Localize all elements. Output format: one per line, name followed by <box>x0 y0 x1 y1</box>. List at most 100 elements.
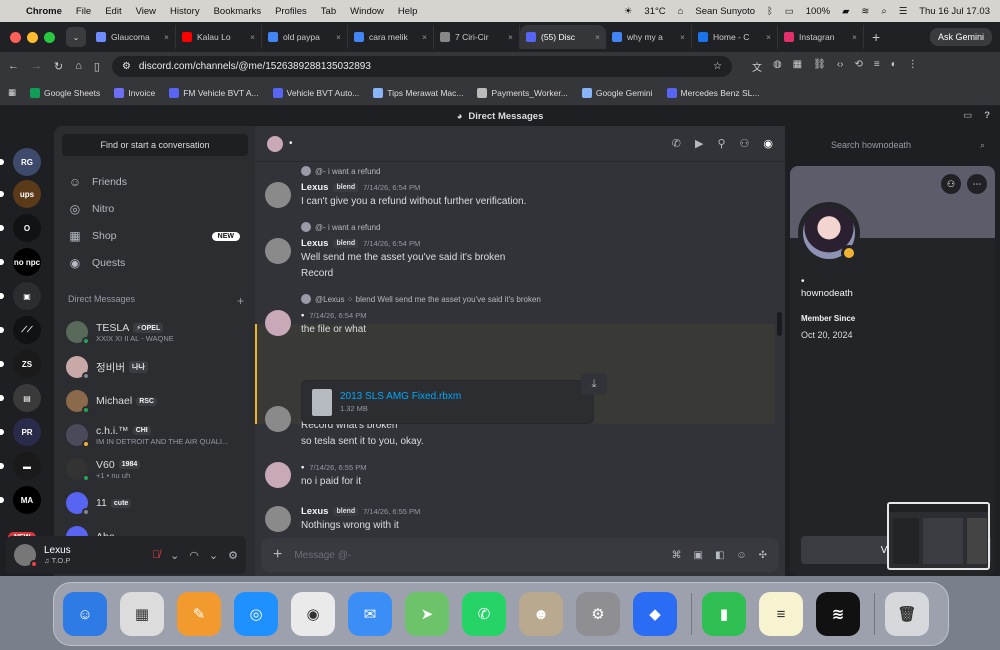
browser-tab[interactable]: Glaucoma × <box>90 25 176 49</box>
address-bar[interactable]: ⚙ discord.com/channels/@me/1526389288135… <box>111 55 732 77</box>
search-icon[interactable]: ⌕ <box>881 6 886 17</box>
server-icon[interactable]: RG <box>13 148 41 176</box>
dm-item[interactable]: V60 1984 +1 • nu uh <box>62 453 248 485</box>
browser-tab[interactable]: Home - C × <box>692 25 778 49</box>
apps-grid-icon[interactable]: ▦ <box>8 87 16 98</box>
mute-mic-icon[interactable]: 🎙̸ <box>152 549 160 562</box>
translate-icon[interactable]: 文 <box>752 59 762 74</box>
bookmark-item[interactable]: Payments_Worker... <box>477 87 568 98</box>
reload-icon[interactable]: ↻ <box>54 60 63 73</box>
browser-tab[interactable]: (55) Disc × <box>520 25 606 49</box>
browser-tab[interactable]: Instagran × <box>778 25 864 49</box>
server-icon[interactable]: ups <box>13 180 41 208</box>
message-author[interactable]: Lexus <box>301 238 328 249</box>
attach-plus-icon[interactable]: + <box>273 546 282 564</box>
roblox-icon[interactable]: ◆ <box>633 592 677 636</box>
dm-item[interactable]: 11 cute <box>62 487 248 519</box>
server-icon[interactable]: ▣ <box>13 282 41 310</box>
weather-icon[interactable]: ☀ <box>624 6 633 17</box>
close-window-button[interactable] <box>10 31 21 43</box>
gif-icon[interactable]: ▣ <box>693 550 702 561</box>
message-avatar[interactable] <box>265 182 291 208</box>
tab-close-icon[interactable]: × <box>595 32 600 42</box>
bluetooth-icon[interactable]: ᛒ <box>767 6 773 17</box>
menu-app-name[interactable]: Chrome <box>26 6 62 17</box>
spotify-icon[interactable]: ≋ <box>816 592 860 636</box>
search-magnifier-icon[interactable]: ⌕ <box>980 140 985 151</box>
control-center-icon[interactable]: ☰ <box>899 6 908 17</box>
tab-close-icon[interactable]: × <box>164 32 169 42</box>
chat-header-name[interactable]: • <box>289 138 293 149</box>
battery-icon[interactable]: ▰ <box>842 6 849 17</box>
apps-icon[interactable]: ✣ <box>759 550 767 561</box>
message-author[interactable]: Lexus <box>301 506 328 517</box>
weather-temp[interactable]: 31°C <box>644 6 665 17</box>
video-call-icon[interactable]: ▶ <box>695 137 703 150</box>
ask-gemini-button[interactable]: Ask Gemini <box>929 28 992 46</box>
nav-nitro[interactable]: ◎ Nitro <box>62 197 248 221</box>
bookmark-item[interactable]: Tips Merawat Mac... <box>373 87 463 98</box>
chrome-menu-icon[interactable]: ⋮ <box>908 59 918 74</box>
maps-icon[interactable]: ➤ <box>405 592 449 636</box>
browser-tab[interactable]: old paypa × <box>262 25 348 49</box>
menu-history[interactable]: History <box>170 6 200 17</box>
server-icon[interactable]: ZS <box>13 350 41 378</box>
site-info-icon[interactable]: ⚙ <box>122 61 131 72</box>
extension-grid-icon[interactable]: ▦ <box>793 59 802 74</box>
clock[interactable]: Thu 16 Jul 17.03 <box>919 6 990 17</box>
menu-file[interactable]: File <box>76 6 91 17</box>
menu-edit[interactable]: Edit <box>105 6 121 17</box>
message-author[interactable]: • <box>301 462 304 473</box>
profile-avatar-icon[interactable]: ◐ <box>891 59 897 74</box>
home-icon[interactable]: ⌂ <box>75 60 82 72</box>
profile-avatar[interactable] <box>798 202 860 264</box>
server-icon[interactable]: MA <box>13 486 41 514</box>
file-attachment[interactable]: 2013 SLS AMG Fixed.rbxm 1.32 MB ⤓ <box>301 373 607 424</box>
message-input[interactable]: Message @- <box>294 550 351 561</box>
server-icon[interactable]: O <box>13 214 41 242</box>
bookmark-item[interactable]: Google Sheets <box>30 87 100 98</box>
message-author[interactable]: • <box>301 310 304 321</box>
whatsapp-icon[interactable]: ✆ <box>462 592 506 636</box>
tab-close-icon[interactable]: × <box>508 32 513 42</box>
gift-icon[interactable]: ⌘ <box>671 550 681 561</box>
menu-bookmarks[interactable]: Bookmarks <box>214 6 262 17</box>
tab-close-icon[interactable]: × <box>336 32 341 42</box>
wifi-icon[interactable]: ≋ <box>861 6 869 17</box>
message-composer[interactable]: + Message @- ⌘ ▣ ◧ ☺ ✣ <box>261 538 779 572</box>
tab-search-icon[interactable]: ⌄ <box>66 27 86 47</box>
user-icon[interactable]: ⌂ <box>678 6 684 17</box>
new-tab-button[interactable]: + <box>864 29 888 45</box>
pages-icon[interactable]: ✎ <box>177 592 221 636</box>
server-icon[interactable]: PR <box>13 418 41 446</box>
file-name[interactable]: 2013 SLS AMG Fixed.rbxm <box>340 391 461 402</box>
message-avatar[interactable] <box>265 406 291 432</box>
tab-close-icon[interactable]: × <box>852 32 857 42</box>
tab-close-icon[interactable]: × <box>250 32 255 42</box>
create-dm-button[interactable]: + <box>237 294 244 308</box>
audio-dropdown-icon[interactable]: ⌄ <box>209 549 218 562</box>
menu-profiles[interactable]: Profiles <box>275 6 307 17</box>
nav-quests[interactable]: ◉ Quests <box>62 251 248 275</box>
headphones-icon[interactable]: ◠ <box>189 549 199 562</box>
dm-item[interactable]: 정비버 나나 <box>62 351 248 383</box>
forward-icon[interactable]: → <box>31 60 42 72</box>
download-icon[interactable]: ⤓ <box>581 373 607 395</box>
zoom-window-button[interactable] <box>44 31 55 43</box>
tab-close-icon[interactable]: × <box>422 32 427 42</box>
voice-call-icon[interactable]: ✆ <box>672 137 681 150</box>
screenshot-thumbnail[interactable] <box>887 502 990 570</box>
search-input[interactable]: Search hownodeath ⌕ <box>825 134 991 156</box>
add-friends-icon[interactable]: ⚇ <box>740 137 750 150</box>
server-icon[interactable]: no npc <box>13 248 41 276</box>
reply-preview[interactable]: @Lexus ⁘ blend Well send me the asset yo… <box>301 294 541 304</box>
bookmark-item[interactable]: Invoice <box>114 87 155 98</box>
chat-scrollbar[interactable] <box>777 312 782 336</box>
bookmark-item[interactable]: Google Gemini <box>581 87 653 98</box>
numbers-icon[interactable]: ▮ <box>702 592 746 636</box>
safari-icon[interactable]: ◎ <box>234 592 278 636</box>
message-avatar[interactable] <box>265 310 291 336</box>
link-icon[interactable]: ⛓ <box>813 59 826 74</box>
screen-icon[interactable]: ▭ <box>785 6 794 17</box>
bookmark-item[interactable]: Mercedes Benz SL... <box>666 87 759 98</box>
